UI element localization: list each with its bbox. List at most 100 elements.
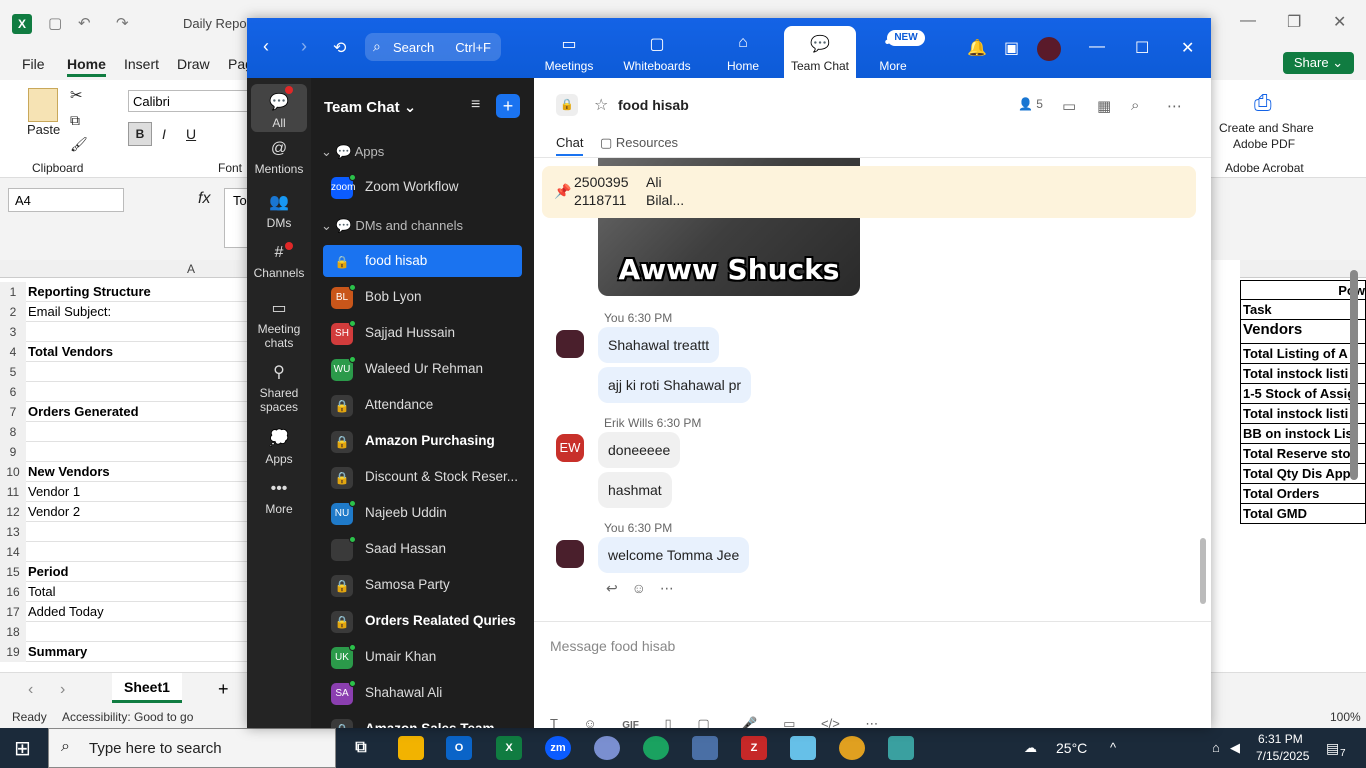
file-explorer-icon[interactable]	[398, 736, 424, 760]
message-bubble[interactable]: hashmat	[598, 472, 672, 508]
row-header[interactable]: 18	[0, 622, 26, 642]
message-bubble[interactable]: welcome Tomma Jee	[598, 537, 750, 573]
bold-button[interactable]: B	[128, 122, 152, 146]
gif-icon[interactable]: GIF	[622, 720, 639, 728]
select-all-corner[interactable]	[0, 260, 26, 278]
italic-button[interactable]: I	[162, 126, 166, 142]
tab-resources[interactable]: ▢ Resources	[600, 135, 678, 151]
excel-minimize-icon[interactable]: —	[1240, 12, 1256, 30]
new-chat-button[interactable]: +	[496, 94, 520, 118]
row-header[interactable]: 16	[0, 582, 26, 602]
adobe-pdf-label[interactable]: Adobe PDF	[1233, 137, 1295, 151]
cell-a[interactable]	[26, 382, 248, 402]
sidebar-item[interactable]: 🔒 Discount & Stock Reser...	[323, 461, 522, 493]
forward-icon[interactable]: ›	[301, 36, 307, 57]
cell-a[interactable]: Orders Generated	[26, 402, 248, 422]
cell-right[interactable]: BB on instock Lis	[1240, 424, 1366, 444]
cell-right[interactable]: Task	[1240, 300, 1366, 320]
cell-a[interactable]	[26, 442, 248, 462]
cell-a[interactable]: Period	[26, 562, 248, 582]
cell-a[interactable]: Summary	[26, 642, 248, 662]
sidebar-item[interactable]: NU Najeeb Uddin	[323, 497, 522, 529]
user-avatar[interactable]	[1037, 37, 1061, 61]
undo-icon[interactable]: ↶	[78, 14, 91, 32]
weather-icon[interactable]: ☁	[1024, 740, 1037, 756]
message-bubble[interactable]: doneeeee	[598, 432, 681, 468]
row-header[interactable]: 2	[0, 302, 26, 322]
excel-vertical-scrollbar[interactable]	[1350, 270, 1358, 480]
outlook-icon[interactable]: O	[446, 736, 472, 760]
cut-icon[interactable]: ✂	[70, 86, 83, 104]
excel-share-button[interactable]: Share ⌄	[1283, 52, 1354, 74]
save-icon[interactable]: ▢	[48, 14, 62, 32]
underline-button[interactable]: U	[186, 126, 196, 142]
row-header[interactable]: 12	[0, 502, 26, 522]
sidebar-item[interactable]: Saad Hassan	[323, 533, 522, 565]
taskbar-search[interactable]: ⌕ Type here to search	[48, 728, 336, 768]
cell-right[interactable]: Total Orders	[1240, 484, 1366, 504]
chat-scrollbar[interactable]	[1200, 538, 1206, 604]
menu-home[interactable]: Home	[67, 56, 106, 77]
rail-dms[interactable]: 👥 DMs	[251, 192, 307, 230]
cell-right[interactable]: Total instock listi	[1240, 404, 1366, 424]
row-header[interactable]: 6	[0, 382, 26, 402]
history-icon[interactable]: ⟲	[333, 38, 346, 58]
redo-icon[interactable]: ↷	[116, 14, 129, 32]
sidebar-item[interactable]: 🔒 Amazon Sales Team	[323, 713, 522, 728]
emoji-icon[interactable]: ☺	[583, 716, 596, 728]
sidebar-title[interactable]: Team Chat ⌄	[324, 98, 416, 116]
cell-a[interactable]	[26, 362, 248, 382]
cell-a[interactable]: Added Today	[26, 602, 248, 622]
video-call-icon[interactable]: ▭	[1062, 97, 1076, 115]
rail-mentions[interactable]: @ Mentions	[251, 140, 307, 176]
video-clip-icon[interactable]: ▭	[783, 716, 795, 728]
more-tools-icon[interactable]: ⋯	[865, 716, 878, 728]
paste-label[interactable]: Paste	[27, 122, 60, 137]
zoom-search[interactable]: ⌕ Search Ctrl+F	[365, 33, 501, 61]
sidebar-item[interactable]: UK Umair Khan	[323, 641, 522, 673]
sidebar-item[interactable]: 🔒 Attendance	[323, 389, 522, 421]
notes-icon[interactable]	[790, 736, 816, 760]
row-header[interactable]: 7	[0, 402, 26, 422]
sidebar-item[interactable]: 🔒 Samosa Party	[323, 569, 522, 601]
row-header[interactable]: 1	[0, 282, 26, 302]
format-painter-icon[interactable]: 🖌	[70, 136, 88, 153]
row-header[interactable]: 3	[0, 322, 26, 342]
calendar-header-icon[interactable]: ▦	[1097, 97, 1111, 115]
compose-input[interactable]: Message food hisab	[550, 638, 675, 654]
excel-maximize-icon[interactable]: ❐	[1287, 12, 1301, 32]
cell-a[interactable]	[26, 542, 248, 562]
cell-a[interactable]: Total Vendors	[26, 342, 248, 362]
notification-bell-icon[interactable]: 🔔	[967, 38, 987, 58]
cell-right[interactable]: Total GMD	[1240, 504, 1366, 524]
cell-a[interactable]: Total	[26, 582, 248, 602]
cell-a[interactable]	[26, 622, 248, 642]
font-name-box[interactable]: Calibri	[128, 90, 248, 112]
sidebar-item[interactable]: SA Shahawal Ali	[323, 677, 522, 709]
notification-icon[interactable]: ▤	[1326, 740, 1339, 757]
sidebar-item[interactable]: 🔒 Orders Realated Quries	[323, 605, 522, 637]
sidebar-item[interactable]: BL Bob Lyon	[323, 281, 522, 313]
clock-time[interactable]: 6:31 PM	[1258, 732, 1303, 746]
column-header-right[interactable]	[1240, 260, 1366, 278]
row-header[interactable]: 13	[0, 522, 26, 542]
row-header[interactable]: 8	[0, 422, 26, 442]
copy-icon[interactable]: ⧉	[70, 112, 80, 129]
cell-right[interactable]: Total Reserve sto	[1240, 444, 1366, 464]
more-options-icon[interactable]: ⋯	[1167, 97, 1182, 115]
rail-meeting-chats[interactable]: ▭ Meeting chats	[251, 298, 307, 350]
sender-avatar[interactable]	[556, 330, 584, 358]
rail-more[interactable]: ••• More	[251, 480, 307, 516]
search-chat-icon[interactable]: ⌕	[1131, 97, 1139, 114]
section-apps[interactable]: ⌄ 💬 Apps	[321, 144, 384, 160]
cell-right[interactable]: Vendors	[1240, 320, 1366, 344]
zoom-percent[interactable]: 100%	[1330, 710, 1361, 724]
sheet-next-icon[interactable]: ›	[60, 681, 65, 699]
menu-draw[interactable]: Draw	[177, 56, 210, 72]
excel-close-icon[interactable]: ✕	[1333, 12, 1346, 32]
rail-apps[interactable]: 💭 Apps	[251, 428, 307, 466]
rail-all[interactable]: 💬 All	[251, 84, 307, 132]
chrome-icon[interactable]	[643, 736, 669, 760]
filter-icon[interactable]: ≡	[471, 96, 480, 114]
row-header[interactable]: 9	[0, 442, 26, 462]
